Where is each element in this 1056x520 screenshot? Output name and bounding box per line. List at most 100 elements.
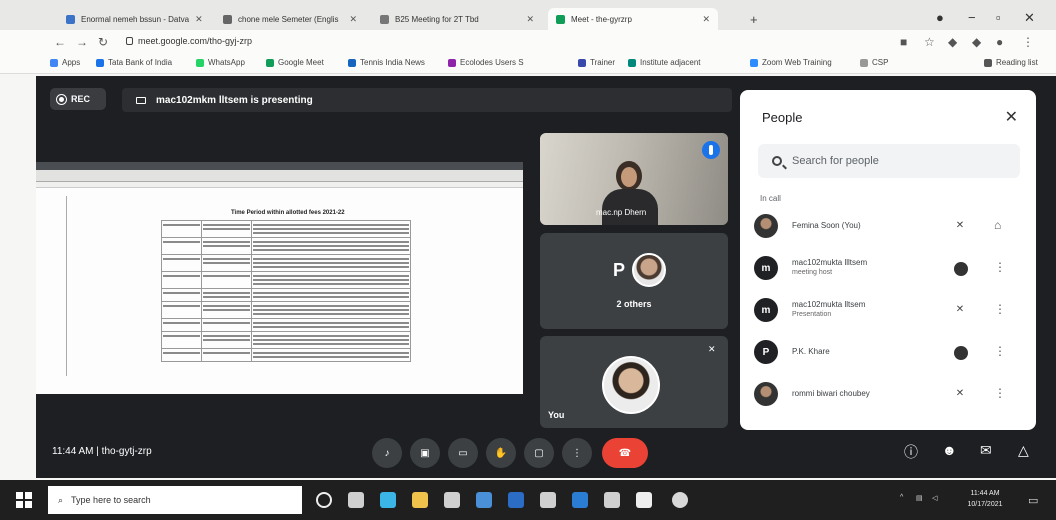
reading-list[interactable]: Reading list xyxy=(984,58,1038,67)
pin-icon[interactable]: ⌂ xyxy=(994,218,1001,232)
close-tab-icon[interactable]: ✕ xyxy=(526,14,534,25)
browser-tab-active[interactable]: Meet - the-gyrzrp ✕ xyxy=(548,8,718,30)
more-options-button[interactable]: ⋮ xyxy=(562,438,592,468)
profile-avatar-icon[interactable]: ● xyxy=(996,35,1003,49)
panel-title: People xyxy=(762,110,803,125)
people-icon[interactable]: ☻ xyxy=(942,442,957,458)
participant-name: mac102mukta llltsem meeting host xyxy=(792,258,932,278)
bookmark-item[interactable]: Tennis India News xyxy=(348,58,425,67)
bookmark-label: Apps xyxy=(62,58,81,67)
profile-icon[interactable]: ● xyxy=(936,10,944,25)
new-tab-icon[interactable]: + xyxy=(750,12,758,27)
store-icon[interactable] xyxy=(444,492,460,508)
chrome-icon[interactable] xyxy=(672,492,688,508)
tab-label: chone mele Semeter (Englis xyxy=(238,14,339,24)
mail-icon[interactable] xyxy=(476,492,492,508)
participant-row[interactable]: m mac102mukta llltsem meeting host ⋮ xyxy=(754,250,1026,286)
bookmark-item[interactable]: WhatsApp xyxy=(196,58,245,67)
more-options-icon[interactable]: ⋮ xyxy=(994,386,1006,400)
browser-tab[interactable]: Enormal nemeh bssun - Datva ✕ xyxy=(58,8,208,30)
ie-icon[interactable] xyxy=(508,492,524,508)
word-icon[interactable] xyxy=(572,492,588,508)
network-icon[interactable]: ▤ xyxy=(916,494,923,502)
reload-icon[interactable]: ↻ xyxy=(98,35,108,49)
leave-call-button[interactable]: ☎ xyxy=(602,438,648,468)
close-tab-icon[interactable]: ✕ xyxy=(195,14,203,25)
meeting-details-icon[interactable]: ⓘ xyxy=(904,442,918,462)
extension-icon-2[interactable]: ◆ xyxy=(972,35,981,49)
bookmark-item[interactable]: Ecolodes Users S xyxy=(448,58,524,67)
close-panel-icon[interactable]: ✕ xyxy=(1005,107,1018,127)
mic-off-icon: ✕ xyxy=(955,220,965,231)
raise-hand-button[interactable]: ✋ xyxy=(486,438,516,468)
avatar-photo xyxy=(632,253,666,287)
participant-row[interactable]: Femina Soon (You) ✕ ⌂ xyxy=(754,208,1026,244)
bookmark-item[interactable]: Tata Bank of India xyxy=(96,58,172,67)
bookmark-item[interactable]: Institute adjacent xyxy=(628,58,700,67)
bookmark-apps[interactable]: Apps xyxy=(50,58,80,67)
maximize-icon[interactable]: ▫ xyxy=(996,10,1001,25)
others-tile[interactable]: P 2 others xyxy=(540,233,728,329)
minimize-icon[interactable]: − xyxy=(968,10,976,25)
address-bar[interactable]: meet.google.com/tho-gyj-zrp xyxy=(120,34,880,50)
participant-avatar: P xyxy=(754,340,778,364)
participant-name-text: mac102mukta lltsem xyxy=(792,300,866,309)
windows-start-icon[interactable] xyxy=(16,492,32,508)
bookmark-star-icon[interactable]: ☆ xyxy=(924,35,935,49)
close-tab-icon[interactable]: ✕ xyxy=(702,14,710,25)
task-view-icon[interactable] xyxy=(348,492,364,508)
bookmark-item[interactable]: Zoom Web Training xyxy=(750,58,832,67)
cortana-icon[interactable] xyxy=(316,492,332,508)
tab-label: B25 Meeting for 2T Tbd xyxy=(395,14,479,24)
self-video-tile[interactable]: ✕ You xyxy=(540,336,728,428)
tab-label: Enormal nemeh bssun - Datva xyxy=(81,14,190,24)
meet-stage: REC mac102mkm lltsem is presenting Time … xyxy=(36,76,1056,478)
people-search-input[interactable]: Search for people xyxy=(758,144,1020,178)
bookmark-item[interactable]: CSP xyxy=(860,58,888,67)
extension-icon[interactable]: ◆ xyxy=(948,35,957,49)
camera-toggle-button[interactable]: ▣ xyxy=(410,438,440,468)
forward-icon[interactable]: → xyxy=(76,35,88,49)
back-icon[interactable]: ← xyxy=(54,35,66,49)
more-options-icon[interactable]: ⋮ xyxy=(994,302,1006,316)
participant-row[interactable]: rommi biwari choubey ✕ ⋮ xyxy=(754,376,1026,412)
bookmark-item[interactable]: Google Meet xyxy=(266,58,324,67)
menu-icon[interactable]: ⋮ xyxy=(1022,35,1034,49)
browser-tab[interactable]: chone mele Semeter (Englis ✕ xyxy=(215,8,365,30)
taskbar-search-input[interactable]: ⌕ Type here to search xyxy=(48,486,302,514)
mic-toggle-button[interactable]: ♪ xyxy=(372,438,402,468)
chat-icon[interactable]: ✉ xyxy=(980,442,992,459)
app-icon-2[interactable] xyxy=(604,492,620,508)
participant-row[interactable]: m mac102mukta lltsem Presentation ✕ ⋮ xyxy=(754,292,1026,328)
activities-icon[interactable]: △ xyxy=(1018,442,1029,459)
browser-tab[interactable]: B25 Meeting for 2T Tbd ✕ xyxy=(372,8,542,30)
close-window-icon[interactable]: ✕ xyxy=(1024,10,1035,26)
tray-chevron-icon[interactable]: ^ xyxy=(900,494,903,501)
presenter-video-tile[interactable]: mac.np Dhern xyxy=(540,133,728,225)
more-options-icon[interactable]: ⋮ xyxy=(994,344,1006,358)
captions-button[interactable]: ▭ xyxy=(448,438,478,468)
participant-row[interactable]: P P.K. Khare ⋮ xyxy=(754,334,1026,370)
apps-icon xyxy=(50,58,58,67)
participant-avatar: m xyxy=(754,298,778,322)
file-explorer-icon[interactable] xyxy=(412,492,428,508)
present-screen-icon xyxy=(136,96,146,104)
tab-favicon-icon xyxy=(223,14,232,24)
participant-name: mac102mukta lltsem Presentation xyxy=(792,300,932,320)
edge-icon[interactable] xyxy=(380,492,396,508)
bookmark-label: Institute adjacent xyxy=(640,58,701,67)
notifications-icon[interactable]: ▭ xyxy=(1028,494,1038,507)
bookmark-favicon-icon xyxy=(628,58,636,67)
app-icon[interactable] xyxy=(540,492,556,508)
bookmark-label: Google Meet xyxy=(278,58,324,67)
notepad-icon[interactable] xyxy=(636,492,652,508)
close-tab-icon[interactable]: ✕ xyxy=(349,14,357,25)
presenting-banner: mac102mkm lltsem is presenting xyxy=(122,88,732,112)
present-button[interactable]: ▢ xyxy=(524,438,554,468)
more-options-icon[interactable]: ⋮ xyxy=(994,260,1006,274)
presenting-text: mac102mkm lltsem is presenting xyxy=(156,94,313,106)
camera-permission-icon[interactable]: ■ xyxy=(900,35,907,49)
taskbar-clock[interactable]: 11:44 AM 10/17/2021 xyxy=(960,488,1010,510)
volume-icon[interactable]: ◁ xyxy=(932,494,937,502)
bookmark-item[interactable]: Trainer xyxy=(578,58,615,67)
